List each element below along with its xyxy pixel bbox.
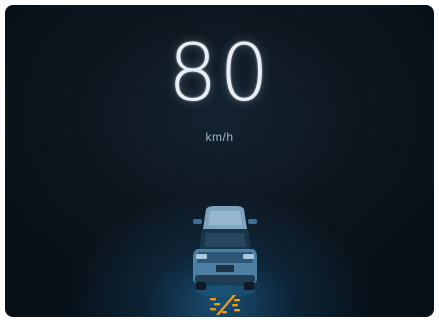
lane-departure-warning-icon [210,295,240,315]
speed-unit-label: km/h [205,130,234,144]
speed-readout: 80 [167,29,272,119]
car-rear-icon [193,206,257,297]
instrument-cluster-display: 80 km/h [5,5,434,317]
